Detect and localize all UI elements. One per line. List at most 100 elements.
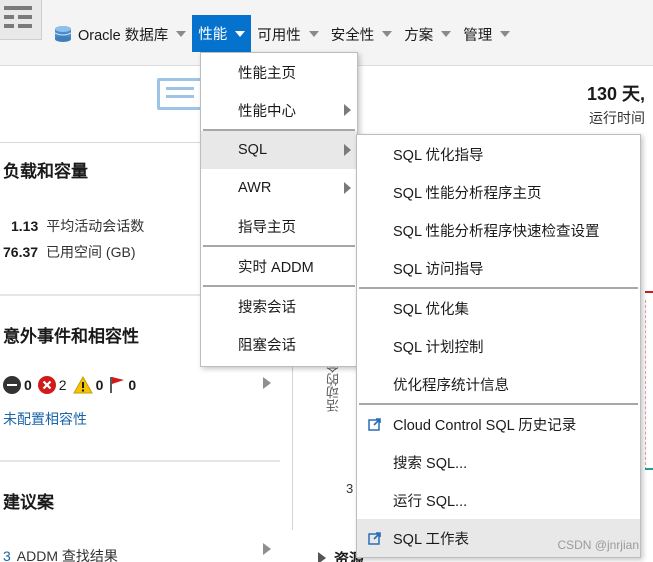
chevron-right-icon bbox=[344, 144, 351, 156]
navigation-toggle[interactable] bbox=[0, 0, 42, 40]
load-capacity-title: 负载和容量 bbox=[3, 162, 88, 181]
warning-count: 0 bbox=[95, 377, 104, 393]
perf-menu-item-label: 搜索会话 bbox=[238, 299, 296, 316]
chart-tick-label: 3 bbox=[346, 481, 354, 496]
recommendations-title: 建议案 bbox=[3, 493, 54, 512]
main-menu: Oracle 数据库 性能 可用性 安全性 方案 管理 bbox=[52, 14, 516, 54]
expand-arrow-icon[interactable] bbox=[318, 552, 326, 562]
warning-status[interactable]: 0 bbox=[72, 376, 104, 394]
error-count: 2 bbox=[58, 377, 67, 393]
menu-schema-label: 方案 bbox=[404, 27, 434, 44]
sql-menu-item-search-sql[interactable]: 搜索 SQL... bbox=[357, 443, 640, 481]
perf-menu-item-label: 阻塞会话 bbox=[238, 337, 296, 354]
sql-menu-item-label: 搜索 SQL... bbox=[393, 455, 468, 472]
perf-menu-item-realtime-addm[interactable]: 实时 ADDM bbox=[201, 247, 357, 285]
avg-active-sessions-label: 平均活动会话数 bbox=[46, 218, 145, 234]
chart-area bbox=[645, 300, 653, 470]
perf-menu-item-label: AWR bbox=[238, 180, 272, 196]
warning-icon bbox=[72, 376, 93, 394]
sql-menu-item-tuning-sets[interactable]: SQL 优化集 bbox=[357, 289, 640, 327]
perf-menu-item-label: SQL bbox=[238, 142, 268, 158]
external-link-icon bbox=[368, 418, 381, 431]
chart-line-teal bbox=[645, 468, 653, 470]
uptime-summary: 130 天, 运行时间 bbox=[587, 80, 645, 128]
chevron-down-icon bbox=[176, 31, 187, 37]
incident-status-row: 0 2 0 0 bbox=[3, 376, 142, 394]
sql-menu-item-performance-analyzer-quick-check[interactable]: SQL 性能分析程序快速检查设置 bbox=[357, 211, 640, 249]
sql-menu-item-access-advisor[interactable]: SQL 访问指导 bbox=[357, 249, 640, 287]
addm-count[interactable]: 3 bbox=[3, 548, 11, 562]
menu-security[interactable]: 安全性 bbox=[325, 14, 399, 54]
sql-menu-item-label: SQL 访问指导 bbox=[393, 261, 484, 278]
critical-icon bbox=[3, 376, 21, 394]
used-space: 76.37 已用空间 (GB) bbox=[3, 242, 136, 262]
menu-oracle-database-label: Oracle 数据库 bbox=[78, 27, 169, 44]
external-link-icon bbox=[368, 532, 381, 545]
watermark: CSDN @jnrjian bbox=[557, 538, 639, 552]
database-icon bbox=[54, 26, 72, 42]
chevron-down-icon bbox=[500, 31, 511, 37]
compliance-not-configured-link[interactable]: 未配置相容性 bbox=[3, 409, 87, 429]
avg-active-sessions: 1.13 平均活动会话数 bbox=[11, 216, 144, 236]
sql-menu-item-label: SQL 工作表 bbox=[393, 531, 470, 548]
menu-schema[interactable]: 方案 bbox=[398, 14, 457, 54]
flag-icon bbox=[110, 377, 125, 393]
chevron-right-icon bbox=[344, 104, 351, 116]
perf-menu-item-label: 性能主页 bbox=[238, 65, 296, 82]
sql-menu-item-label: SQL 计划控制 bbox=[393, 339, 484, 356]
sql-menu-item-label: SQL 性能分析程序快速检查设置 bbox=[393, 223, 600, 240]
sql-menu-item-label: Cloud Control SQL 历史记录 bbox=[393, 417, 577, 434]
avg-active-sessions-value: 1.13 bbox=[11, 218, 39, 234]
menu-availability-label: 可用性 bbox=[257, 27, 301, 44]
hamburger-grid-icon bbox=[4, 6, 32, 28]
perf-menu-item-label: 性能中心 bbox=[238, 103, 296, 120]
chevron-down-icon bbox=[382, 31, 393, 37]
sql-menu-item-label: 运行 SQL... bbox=[393, 493, 468, 510]
database-instance-icon bbox=[157, 78, 203, 110]
section-divider bbox=[0, 460, 280, 462]
sql-menu-item-label: SQL 性能分析程序主页 bbox=[393, 185, 542, 202]
error-icon bbox=[37, 376, 56, 394]
perf-menu-item-label: 实时 ADDM bbox=[238, 259, 314, 276]
flag-count: 0 bbox=[128, 377, 137, 393]
sql-menu-item-run-sql[interactable]: 运行 SQL... bbox=[357, 481, 640, 519]
menu-administration-label: 管理 bbox=[463, 27, 493, 44]
chart-line-red bbox=[645, 291, 653, 293]
perf-menu-item-label: 指导主页 bbox=[238, 219, 296, 236]
chevron-down-icon bbox=[235, 30, 246, 37]
sql-menu-item-cloud-control-history[interactable]: Cloud Control SQL 历史记录 bbox=[357, 405, 640, 443]
addm-label: ADDM 查找结果 bbox=[16, 548, 118, 562]
section-divider bbox=[0, 142, 200, 143]
critical-count: 0 bbox=[24, 377, 32, 393]
perf-menu-item-blocking-sessions[interactable]: 阻塞会话 bbox=[201, 325, 357, 363]
menu-administration[interactable]: 管理 bbox=[457, 14, 516, 54]
chevron-down-icon bbox=[308, 31, 319, 37]
used-space-value: 76.37 bbox=[3, 244, 39, 260]
chevron-down-icon bbox=[441, 31, 452, 37]
used-space-label: 已用空间 (GB) bbox=[46, 244, 136, 260]
flag-status[interactable]: 0 bbox=[109, 376, 136, 394]
critical-status[interactable]: 0 bbox=[3, 376, 32, 394]
expand-arrow-icon[interactable] bbox=[263, 377, 271, 389]
error-status[interactable]: 2 bbox=[37, 376, 67, 394]
menu-performance[interactable]: 性能 bbox=[192, 15, 252, 52]
expand-arrow-icon[interactable] bbox=[263, 543, 271, 555]
sql-menu-item-tuning-advisor[interactable]: SQL 优化指导 bbox=[357, 135, 640, 173]
perf-menu-item-search-sessions[interactable]: 搜索会话 bbox=[201, 287, 357, 325]
perf-menu-item-awr[interactable]: AWR bbox=[201, 169, 357, 207]
chevron-right-icon bbox=[344, 182, 351, 194]
sql-menu-item-plan-control[interactable]: SQL 计划控制 bbox=[357, 327, 640, 365]
sql-menu-item-label: SQL 优化指导 bbox=[393, 147, 484, 164]
perf-menu-item-advisors-home[interactable]: 指导主页 bbox=[201, 207, 357, 245]
sql-submenu: SQL 优化指导 SQL 性能分析程序主页 SQL 性能分析程序快速检查设置 S… bbox=[356, 134, 641, 558]
sql-menu-item-optimizer-statistics[interactable]: 优化程序统计信息 bbox=[357, 365, 640, 403]
incidents-compliance-title: 意外事件和相容性 bbox=[3, 327, 139, 346]
perf-menu-item-home[interactable]: 性能主页 bbox=[201, 53, 357, 91]
menu-availability[interactable]: 可用性 bbox=[251, 14, 325, 54]
sql-menu-item-performance-analyzer-home[interactable]: SQL 性能分析程序主页 bbox=[357, 173, 640, 211]
menu-oracle-database[interactable]: Oracle 数据库 bbox=[52, 14, 192, 54]
addm-findings: 3 ADDM 查找结果 bbox=[3, 546, 118, 562]
perf-menu-item-sql[interactable]: SQL bbox=[201, 131, 357, 169]
perf-menu-item-performance-hub[interactable]: 性能中心 bbox=[201, 91, 357, 129]
menu-performance-label: 性能 bbox=[198, 27, 228, 43]
